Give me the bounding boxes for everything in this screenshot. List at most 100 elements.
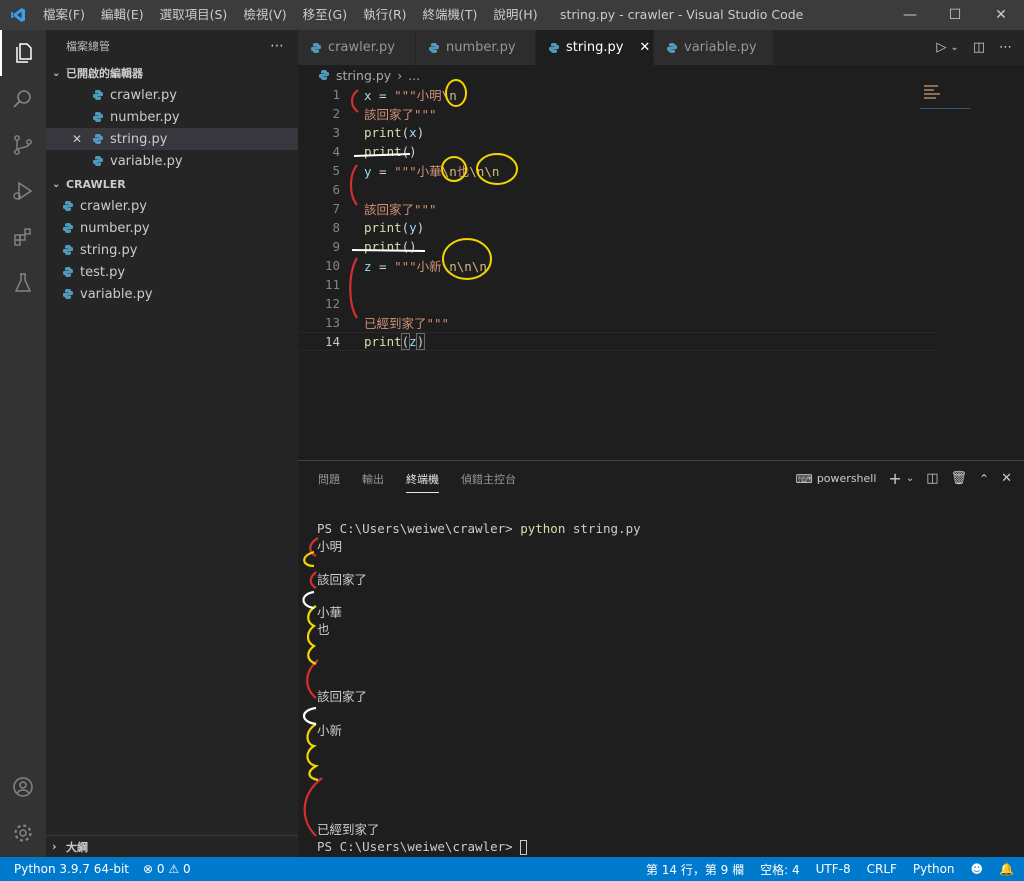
terminal-line: 已經到家了	[317, 822, 380, 837]
problems-indicator[interactable]: ⊗ 0 ⚠ 0	[143, 862, 191, 876]
minimize-button[interactable]: —	[887, 0, 933, 30]
file-label: variable.py	[80, 286, 153, 302]
panel-tabs: 問題 輸出 終端機 偵錯主控台 ⌨ powershell + ⌄ ◫ 🗑 ⌃ ✕	[298, 461, 1024, 496]
folder-section[interactable]: ⌄ CRAWLER	[46, 173, 298, 195]
extensions-button[interactable]	[0, 214, 46, 260]
line-number: 2	[332, 106, 340, 121]
chevron-down-icon[interactable]: ⌄	[906, 473, 914, 484]
python-interpreter[interactable]: Python 3.9.7 64-bit	[14, 862, 129, 876]
file-test[interactable]: test.py	[46, 261, 298, 283]
chevron-down-icon: ⌄	[52, 178, 61, 190]
breadcrumb-file[interactable]: string.py	[336, 68, 391, 83]
feedback-icon[interactable]: ☻	[971, 862, 984, 876]
maximize-panel-icon[interactable]: ⌃	[979, 472, 989, 486]
code-line: 8 print(y)	[298, 218, 938, 237]
vscode-logo-icon[interactable]	[0, 0, 35, 30]
menu-view[interactable]: 檢視(V)	[235, 0, 294, 30]
end-of-line[interactable]: CRLF	[867, 862, 897, 876]
run-file-icon[interactable]: ▷	[936, 40, 946, 55]
chevron-down-icon[interactable]: ⌄	[950, 42, 958, 53]
terminal-line: 該回家了	[317, 689, 368, 704]
line-number: 11	[324, 277, 340, 292]
minimap[interactable]	[920, 85, 980, 115]
gear-icon	[14, 824, 32, 842]
testing-button[interactable]	[0, 260, 46, 306]
explorer-button[interactable]	[0, 30, 46, 76]
tab-variable[interactable]: variable.py	[654, 30, 774, 65]
add-terminal-icon[interactable]: +	[888, 469, 901, 488]
code-text: 該回家了"""	[364, 107, 437, 122]
accounts-button[interactable]	[0, 764, 46, 810]
close-editor-icon[interactable]: ✕	[72, 132, 82, 146]
open-editor-number[interactable]: number.py	[46, 106, 298, 128]
python-file-icon	[666, 42, 678, 54]
menu-help[interactable]: 說明(H)	[485, 0, 545, 30]
menu-terminal[interactable]: 終端機(T)	[415, 0, 486, 30]
source-control-icon	[14, 135, 32, 155]
close-panel-icon[interactable]: ✕	[1001, 471, 1012, 486]
code-line: 9 print()	[298, 237, 938, 256]
file-crawler[interactable]: crawler.py	[46, 195, 298, 217]
minimize-icon: —	[903, 7, 917, 23]
maximize-button[interactable]: ☐	[932, 0, 978, 30]
more-actions-icon[interactable]: ⋯	[270, 38, 284, 54]
run-debug-button[interactable]	[0, 168, 46, 214]
tab-crawler[interactable]: crawler.py	[298, 30, 416, 65]
code-text: 該回家了"""	[364, 202, 437, 217]
manage-button[interactable]	[0, 810, 46, 856]
close-tab-icon[interactable]: ✕	[639, 40, 650, 55]
encoding[interactable]: UTF-8	[816, 862, 851, 876]
open-editor-crawler[interactable]: crawler.py	[46, 84, 298, 106]
split-editor-icon[interactable]: ◫	[973, 40, 985, 55]
tab-label: variable.py	[684, 40, 757, 55]
terminal-icon: ⌨	[795, 471, 813, 486]
code-text: x = """小明\n	[364, 88, 457, 103]
file-variable[interactable]: variable.py	[46, 283, 298, 305]
tab-number[interactable]: number.py	[416, 30, 536, 65]
outline-section[interactable]: › 大綱	[46, 835, 298, 857]
explorer-header: 檔案總管 ⋯	[46, 30, 298, 62]
menu-selection[interactable]: 選取項目(S)	[152, 0, 236, 30]
terminal-line: PS C:\Users\weiwe\crawler> python string…	[317, 521, 641, 536]
files-icon	[16, 43, 32, 63]
file-string[interactable]: string.py	[46, 239, 298, 261]
code-editor[interactable]: 1 x = """小明\n 2 該回家了""" 3 print(x) 4 pri…	[298, 85, 1024, 460]
tab-output[interactable]: 輸出	[362, 471, 384, 487]
code-line: 7 該回家了"""	[298, 199, 938, 218]
open-editor-string[interactable]: ✕ string.py	[46, 128, 298, 150]
run-debug-icon	[13, 181, 33, 201]
menu-go[interactable]: 移至(G)	[295, 0, 355, 30]
shell-name[interactable]: powershell	[817, 472, 877, 485]
search-button[interactable]	[0, 76, 46, 122]
tab-string[interactable]: string.py ✕	[536, 30, 654, 65]
open-editors-section[interactable]: ⌄ 已開啟的編輯器	[46, 62, 298, 84]
editor-tabs: crawler.py number.py string.py ✕ variabl…	[298, 30, 1024, 65]
open-editor-label: variable.py	[110, 153, 183, 169]
split-terminal-icon[interactable]: ◫	[926, 471, 938, 486]
file-number[interactable]: number.py	[46, 217, 298, 239]
close-window-button[interactable]: ✕	[978, 0, 1024, 30]
line-number: 5	[332, 163, 340, 178]
terminal-line: 也	[317, 622, 330, 637]
more-actions-icon[interactable]: ⋯	[999, 40, 1012, 55]
cursor-position[interactable]: 第 14 行，第 9 欄	[646, 861, 744, 878]
open-editor-variable[interactable]: variable.py	[46, 150, 298, 172]
terminal-line: PS C:\Users\weiwe\crawler>	[317, 838, 528, 855]
trash-icon[interactable]: 🗑	[951, 471, 968, 486]
tab-problems[interactable]: 問題	[318, 471, 340, 487]
indentation[interactable]: 空格: 4	[760, 861, 800, 878]
breadcrumb-more[interactable]: ...	[408, 68, 420, 83]
source-control-button[interactable]	[0, 122, 46, 168]
bell-icon[interactable]: 🔔	[999, 862, 1014, 876]
tab-debug-console[interactable]: 偵錯主控台	[461, 471, 516, 487]
language-mode[interactable]: Python	[913, 862, 955, 876]
menu-edit[interactable]: 編輯(E)	[93, 0, 152, 30]
code-line: 3 print(x)	[298, 123, 938, 142]
python-file-icon	[62, 244, 74, 256]
open-editor-label: number.py	[110, 109, 180, 125]
menu-run[interactable]: 執行(R)	[355, 0, 414, 30]
menu-file[interactable]: 檔案(F)	[35, 0, 93, 30]
line-number: 3	[332, 125, 340, 140]
open-editor-label: crawler.py	[110, 87, 177, 103]
tab-terminal[interactable]: 終端機	[406, 471, 439, 493]
